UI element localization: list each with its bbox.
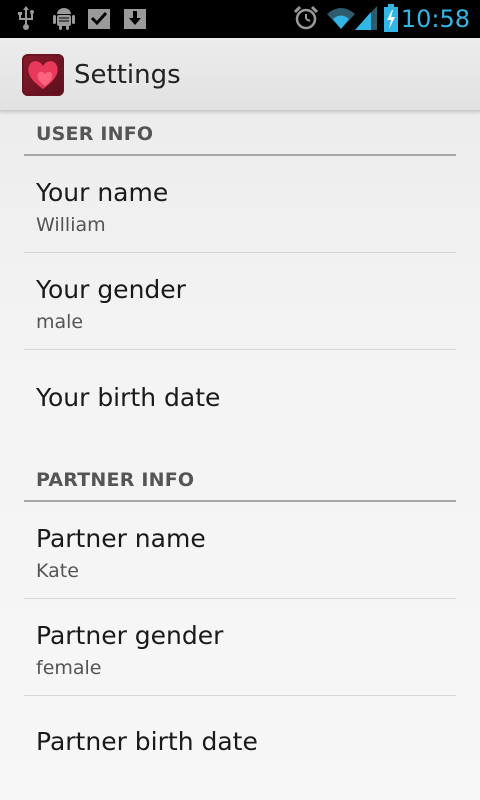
alarm-icon xyxy=(292,5,320,31)
usb-icon xyxy=(14,5,38,31)
settings-list: USER INFO Your name William Your gender … xyxy=(24,112,456,800)
section-header-partner-info: PARTNER INFO xyxy=(24,458,456,502)
pref-title: Partner birth date xyxy=(36,727,258,756)
signal-icon xyxy=(354,5,378,31)
pref-summary: male xyxy=(36,311,84,333)
pref-partner-name[interactable]: Partner name Kate xyxy=(24,502,456,599)
download-icon xyxy=(122,5,148,31)
pref-title: Partner name xyxy=(36,524,206,553)
pref-title: Your name xyxy=(36,178,169,207)
section-header-user-info: USER INFO xyxy=(24,112,456,156)
pref-partner-birth-date[interactable]: Partner birth date xyxy=(24,696,456,800)
status-bar: 10:58 xyxy=(0,0,480,38)
pref-summary: Kate xyxy=(36,560,79,582)
action-bar: Settings xyxy=(0,38,480,111)
android-debug-icon xyxy=(50,5,78,31)
pref-your-name[interactable]: Your name William xyxy=(24,156,456,253)
battery-charging-icon xyxy=(382,4,400,32)
wifi-icon xyxy=(326,5,356,31)
pref-summary: William xyxy=(36,214,106,236)
page-title: Settings xyxy=(74,60,181,90)
pref-title: Partner gender xyxy=(36,621,224,650)
heart-app-icon[interactable] xyxy=(22,54,64,96)
download-done-icon xyxy=(86,5,112,31)
pref-partner-gender[interactable]: Partner gender female xyxy=(24,599,456,696)
status-time: 10:58 xyxy=(400,5,470,33)
pref-summary: female xyxy=(36,657,102,679)
pref-title: Your birth date xyxy=(36,383,221,412)
pref-title: Your gender xyxy=(36,275,186,304)
pref-your-gender[interactable]: Your gender male xyxy=(24,253,456,350)
pref-your-birth-date[interactable]: Your birth date xyxy=(24,350,456,458)
